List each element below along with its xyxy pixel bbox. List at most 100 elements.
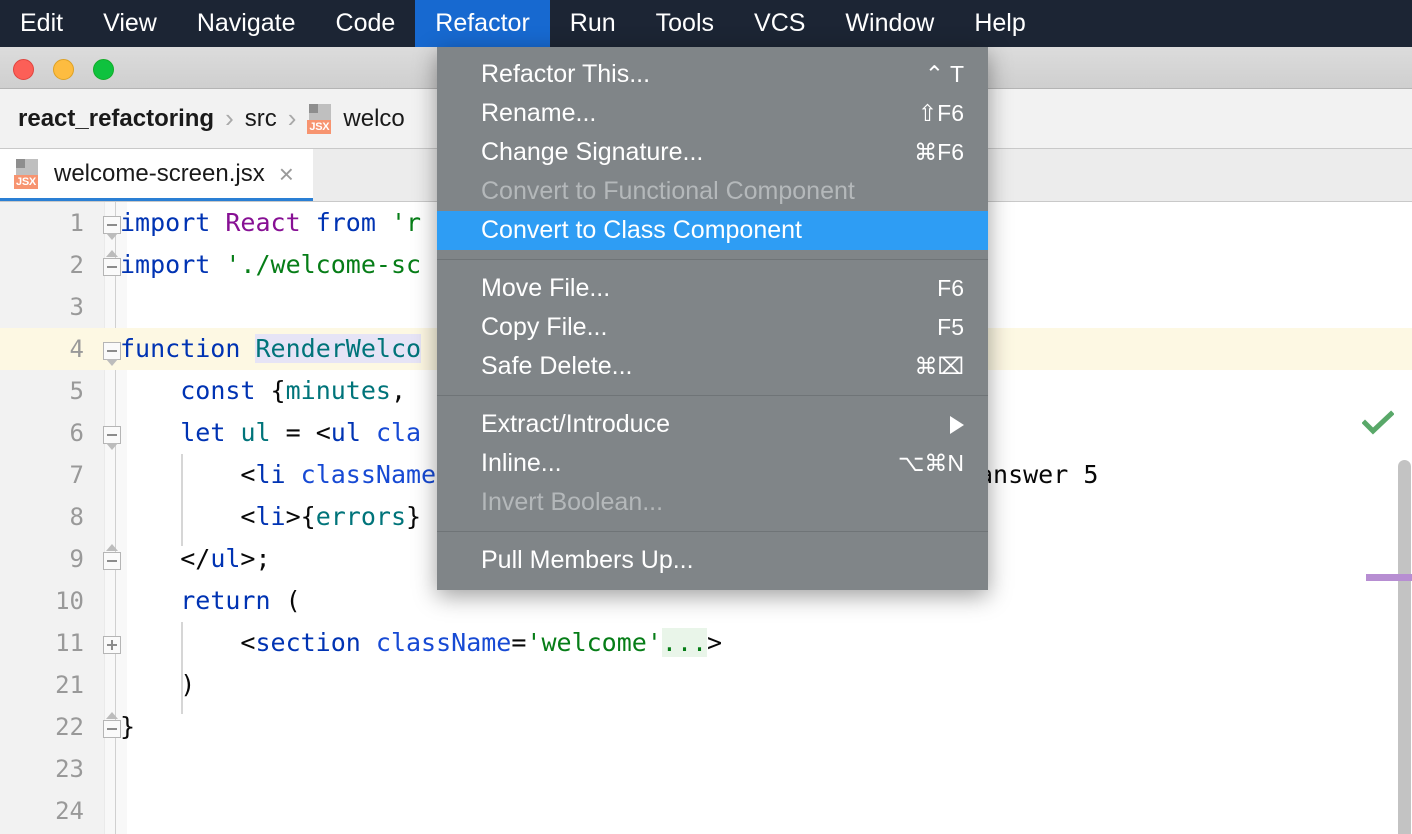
menu-item-inline[interactable]: Inline... ⌥⌘N — [437, 444, 988, 483]
code-text: import './welcome-sc — [120, 244, 421, 286]
code-text: </ul>; — [120, 538, 271, 580]
breadcrumb-file[interactable]: welco — [343, 105, 404, 133]
chevron-right-icon — [950, 416, 964, 434]
code-line[interactable]: 22 } — [0, 706, 1412, 748]
line-number: 24 — [0, 790, 84, 832]
code-block-guide — [181, 454, 183, 546]
line-number: 7 — [0, 454, 84, 496]
menubar-item-refactor[interactable]: Refactor — [415, 0, 549, 47]
menu-separator — [437, 395, 988, 396]
menu-item-label: Move File... — [481, 274, 937, 303]
breadcrumb-folder-src[interactable]: src — [245, 105, 277, 133]
menu-item-change-signature[interactable]: Change Signature... ⌘F6 — [437, 133, 988, 172]
menubar-item-view[interactable]: View — [83, 0, 177, 47]
menu-item-shortcut: F5 — [937, 314, 964, 341]
fold-marker-collapse-icon[interactable] — [100, 716, 124, 740]
menu-item-label: Change Signature... — [481, 138, 914, 167]
zoom-window-button[interactable] — [93, 59, 114, 80]
line-number: 6 — [0, 412, 84, 454]
menu-item-label: Refactor This... — [481, 60, 925, 89]
menu-item-move-file[interactable]: Move File... F6 — [437, 269, 988, 308]
line-number: 21 — [0, 664, 84, 706]
code-text: const {minutes, — [120, 370, 406, 412]
menubar-item-code[interactable]: Code — [316, 0, 416, 47]
menu-item-convert-to-functional-component: Convert to Functional Component — [437, 172, 988, 211]
menu-item-extract-introduce[interactable]: Extract/Introduce — [437, 405, 988, 444]
fold-marker-collapse-icon[interactable] — [100, 338, 124, 362]
menubar-item-window[interactable]: Window — [825, 0, 954, 47]
error-stripe-marker[interactable] — [1366, 574, 1412, 581]
menu-item-label: Pull Members Up... — [481, 546, 964, 575]
menu-item-label: Inline... — [481, 449, 898, 478]
code-text: <li>{errors} — [120, 496, 421, 538]
refactor-dropdown-menu[interactable]: Refactor This... ⌃ T Rename... ⇧F6 Chang… — [437, 47, 988, 590]
line-number: 11 — [0, 622, 84, 664]
menubar-item-help[interactable]: Help — [954, 0, 1045, 47]
menu-item-shortcut: ⌘⌧ — [914, 353, 964, 380]
menubar-item-navigate[interactable]: Navigate — [177, 0, 316, 47]
inspection-ok-icon[interactable] — [1362, 410, 1394, 441]
jsx-badge-label: JSX — [14, 175, 38, 189]
menu-item-invert-boolean: Invert Boolean... — [437, 483, 988, 522]
code-text: import React from 'r — [120, 202, 421, 244]
line-number: 5 — [0, 370, 84, 412]
menu-item-convert-to-class-component[interactable]: Convert to Class Component — [437, 211, 988, 250]
code-text: <section className='welcome'...> — [120, 622, 722, 664]
menu-separator — [437, 531, 988, 532]
code-line[interactable]: 24 — [0, 790, 1412, 832]
close-window-button[interactable] — [13, 59, 34, 80]
code-line[interactable]: 21 ) — [0, 664, 1412, 706]
main-menu-bar: Edit View Navigate Code Refactor Run Too… — [0, 0, 1412, 47]
fold-marker-collapse-icon[interactable] — [100, 212, 124, 236]
menu-item-pull-members-up[interactable]: Pull Members Up... — [437, 541, 988, 580]
menubar-item-run[interactable]: Run — [550, 0, 636, 47]
line-number: 3 — [0, 286, 84, 328]
minimize-window-button[interactable] — [53, 59, 74, 80]
line-number: 22 — [0, 706, 84, 748]
jsx-file-icon: JSX — [307, 104, 335, 134]
breadcrumb-project[interactable]: react_refactoring — [18, 105, 214, 133]
breadcrumb-separator-icon: › — [225, 103, 234, 134]
menubar-item-edit[interactable]: Edit — [0, 0, 83, 47]
editor-tab-welcome-screen[interactable]: JSX welcome-screen.jsx × — [0, 149, 313, 201]
menu-item-refactor-this[interactable]: Refactor This... ⌃ T — [437, 55, 988, 94]
line-number: 1 — [0, 202, 84, 244]
menubar-item-vcs[interactable]: VCS — [734, 0, 825, 47]
menu-item-rename[interactable]: Rename... ⇧F6 — [437, 94, 988, 133]
fold-marker-collapse-icon[interactable] — [100, 548, 124, 572]
menu-item-shortcut: ⌘F6 — [914, 139, 964, 166]
fold-placeholder[interactable]: ... — [662, 628, 707, 657]
line-number: 23 — [0, 748, 84, 790]
code-text: return ( — [120, 580, 301, 622]
fold-marker-expand-icon[interactable] — [100, 632, 124, 656]
code-text: ) — [120, 664, 195, 706]
code-line[interactable]: 11 <section className='welcome'...> — [0, 622, 1412, 664]
fold-marker-collapse-icon[interactable] — [100, 422, 124, 446]
menu-item-safe-delete[interactable]: Safe Delete... ⌘⌧ — [437, 347, 988, 386]
menu-item-shortcut: F6 — [937, 275, 964, 302]
editor-tab-label: welcome-screen.jsx — [54, 160, 265, 188]
menu-item-label: Invert Boolean... — [481, 488, 964, 517]
menu-item-label: Copy File... — [481, 313, 937, 342]
menu-item-label: Extract/Introduce — [481, 410, 950, 439]
close-icon[interactable]: × — [279, 164, 294, 184]
editor-vertical-scrollbar[interactable] — [1398, 460, 1412, 834]
menu-item-label: Convert to Class Component — [481, 216, 964, 245]
jsx-file-icon: JSX — [14, 159, 42, 189]
line-number: 4 — [0, 328, 84, 370]
line-number: 8 — [0, 496, 84, 538]
menu-item-copy-file[interactable]: Copy File... F5 — [437, 308, 988, 347]
code-line[interactable]: 23 — [0, 748, 1412, 790]
menu-separator — [437, 259, 988, 260]
fold-marker-collapse-icon[interactable] — [100, 254, 124, 278]
menu-item-shortcut: ⇧F6 — [918, 100, 964, 127]
menu-item-shortcut: ⌃ T — [925, 61, 964, 88]
code-text: function RenderWelco — [120, 328, 421, 370]
line-number: 2 — [0, 244, 84, 286]
breadcrumb: react_refactoring › src › JSX welco — [0, 103, 405, 134]
code-block-guide — [181, 622, 183, 714]
menubar-item-tools[interactable]: Tools — [636, 0, 734, 47]
menu-item-label: Rename... — [481, 99, 918, 128]
scrollbar-thumb[interactable] — [1398, 460, 1411, 834]
menu-item-label: Safe Delete... — [481, 352, 914, 381]
